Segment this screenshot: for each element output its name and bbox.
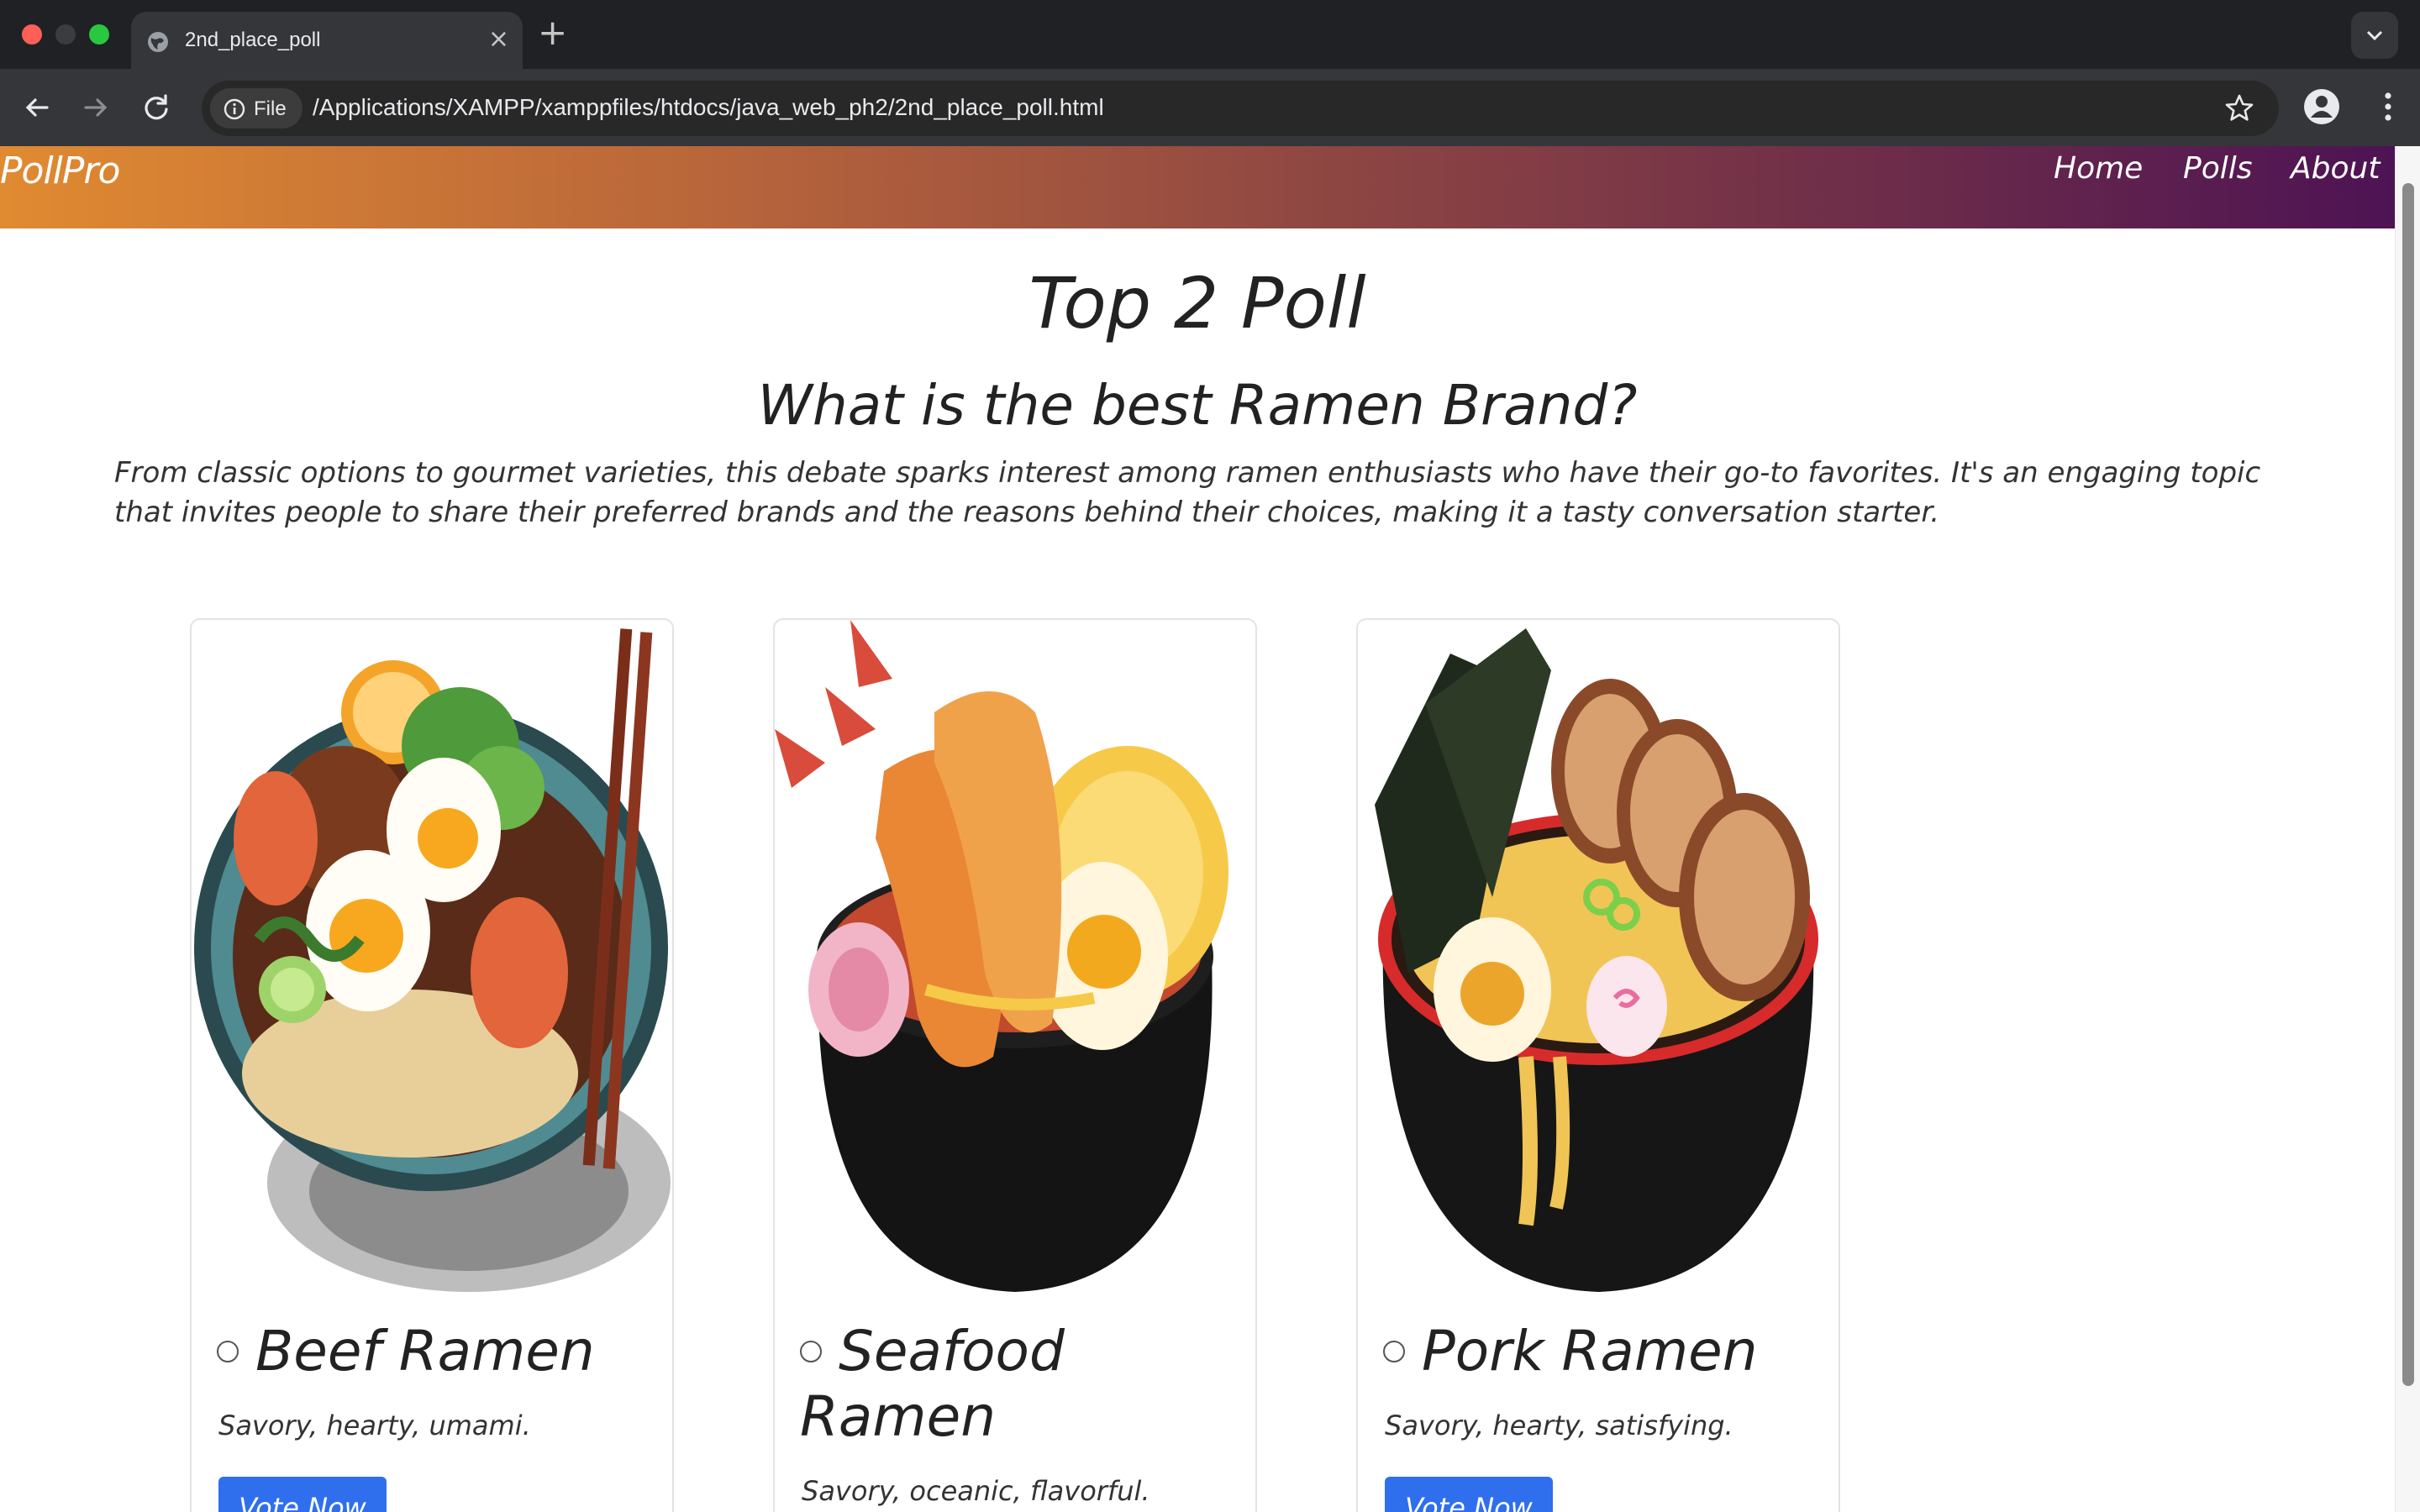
browser-tab-strip: 2nd_place_poll × +: [0, 0, 2420, 69]
page-viewport: PollPro Home Polls About Top 2 Poll What…: [0, 146, 2420, 1512]
vote-now-button[interactable]: Vote Now: [1385, 1477, 1553, 1512]
option-tagline: Savory, oceanic, flavorful.: [802, 1475, 1150, 1507]
close-window-button[interactable]: [22, 24, 42, 45]
option-title: Pork Ramen: [1383, 1319, 1828, 1384]
option-radio-seafood[interactable]: [800, 1340, 822, 1362]
bookmark-star-icon[interactable]: [2223, 92, 2255, 124]
seafood-ramen-image: [775, 620, 1228, 1292]
beef-ramen-image: [194, 628, 671, 1292]
profile-icon[interactable]: [2302, 87, 2341, 126]
address-bar[interactable]: File /Applications/XAMPP/xamppfiles/htdo…: [202, 81, 2279, 136]
tab-title: 2nd_place_poll: [185, 29, 321, 51]
site-info-chip[interactable]: File: [210, 88, 302, 129]
option-radio-beef[interactable]: [217, 1340, 239, 1362]
new-tab-button[interactable]: +: [538, 13, 567, 52]
option-radio-pork[interactable]: [1383, 1340, 1405, 1362]
poll-option-card-seafood: Seafood Ramen Savory, oceanic, flavorful…: [773, 618, 1257, 1512]
option-tagline: Savory, hearty, satisfying.: [1385, 1410, 1733, 1441]
reload-icon[interactable]: [138, 89, 175, 126]
nav-link-home[interactable]: Home: [2054, 151, 2143, 186]
page-title: Top 2 Poll: [1028, 262, 1366, 344]
option-title: Seafood Ramen: [800, 1319, 1245, 1450]
browser-tab-active[interactable]: 2nd_place_poll ×: [131, 12, 523, 69]
tab-search-button[interactable]: [2351, 12, 2398, 59]
url-text[interactable]: /Applications/XAMPP/xamppfiles/htdocs/ja…: [313, 94, 1104, 121]
site-brand-logo[interactable]: PollPro: [0, 150, 120, 192]
option-name: Seafood Ramen: [800, 1319, 1065, 1449]
pork-ramen-image: [1375, 628, 1818, 1292]
chevron-down-icon: [2366, 30, 2383, 41]
poll-option-card-beef: Beef Ramen Savory, hearty, umami. Vote N…: [190, 618, 674, 1512]
minimize-window-button[interactable]: [55, 24, 76, 45]
more-menu-icon[interactable]: [2371, 89, 2405, 124]
page-scrollbar[interactable]: [2395, 146, 2420, 1512]
maximize-window-button[interactable]: [89, 24, 109, 45]
info-icon: [224, 98, 245, 120]
chip-label: File: [254, 97, 287, 120]
poll-option-card-pork: Pork Ramen Savory, hearty, satisfying. V…: [1356, 618, 1840, 1512]
option-title: Beef Ramen: [217, 1319, 662, 1384]
browser-toolbar: File /Applications/XAMPP/xamppfiles/htdo…: [0, 69, 2420, 146]
scrollbar-thumb[interactable]: [2402, 183, 2414, 1386]
poll-description: From classic options to gourmet varietie…: [114, 456, 2261, 529]
back-arrow-icon[interactable]: [18, 89, 55, 126]
nav-link-about[interactable]: About: [2291, 151, 2380, 186]
forward-arrow-icon[interactable]: [77, 89, 114, 126]
option-name: Beef Ramen: [255, 1319, 595, 1383]
vote-now-button[interactable]: Vote Now: [218, 1477, 387, 1512]
option-tagline: Savory, hearty, umami.: [218, 1410, 531, 1441]
site-navbar: PollPro Home Polls About: [0, 146, 2395, 228]
option-name: Pork Ramen: [1422, 1319, 1758, 1383]
globe-icon: [148, 32, 168, 52]
nav-link-polls[interactable]: Polls: [2183, 151, 2253, 186]
poll-question: What is the best Ramen Brand?: [757, 373, 1638, 438]
close-tab-icon[interactable]: ×: [488, 27, 509, 52]
